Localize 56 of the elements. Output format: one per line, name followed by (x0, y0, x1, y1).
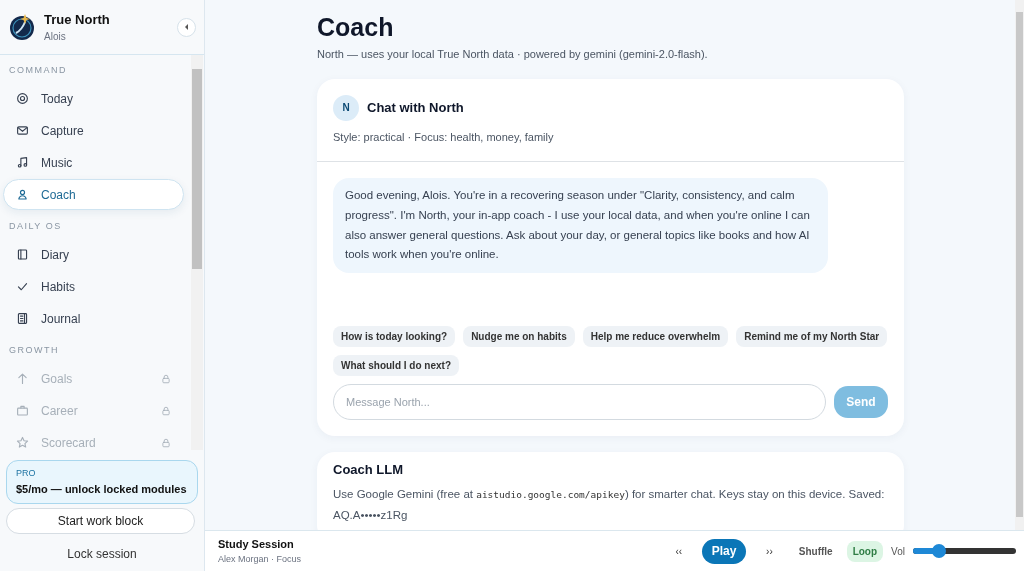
volume-label: Vol (891, 544, 905, 559)
llm-description: Use Google Gemini (free at aistudio.google.com/apikey) for smarter chat. Keys stay on this device. Saved: AQ.A•••••z1Rg (333, 486, 886, 524)
pro-banner[interactable]: PRO $5/mo — unlock locked modules (6, 460, 198, 504)
star-icon (16, 436, 29, 449)
loop-toggle[interactable]: Loop (846, 540, 884, 562)
lock-session-button[interactable]: Lock session (0, 544, 204, 564)
suggestion-chip[interactable]: How is today looking? (333, 326, 456, 347)
suggestion-chip[interactable]: Nudge me on habits (463, 326, 575, 347)
section-heading: DAILY OS (8, 220, 63, 233)
check-icon (16, 280, 29, 293)
next-button[interactable]: ›› (762, 543, 777, 559)
lock-icon (161, 405, 171, 416)
music-note-icon (16, 156, 29, 169)
journal-icon (16, 312, 29, 325)
chat-title: Chat with North (367, 98, 464, 117)
logo-icon (8, 13, 36, 41)
play-button[interactable]: Play (702, 538, 747, 564)
section-heading: COMMAND (8, 64, 68, 77)
collapse-button[interactable] (177, 17, 196, 37)
app-name: True North (44, 10, 111, 29)
nav-item[interactable]: Today (3, 83, 184, 114)
nav-item[interactable]: Habits (3, 271, 184, 302)
track-title: Study Session (218, 537, 295, 552)
llm-title: Coach LLM (333, 461, 405, 479)
suggestion-chip[interactable]: Help me reduce overwhelm (582, 326, 729, 347)
lock-icon (161, 373, 171, 384)
start-work-button[interactable]: Start work block (6, 508, 195, 534)
pro-label: PRO (16, 467, 37, 480)
envelope-icon (16, 124, 29, 137)
user-name: Alois (44, 30, 67, 45)
book-icon (16, 248, 29, 261)
arrow-up-icon (16, 372, 29, 385)
section-heading: GROWTH (8, 344, 60, 357)
person-icon (16, 188, 29, 201)
chat-message: Good evening, Alois. You're in a recovering season under "Clarity, consistency, and calm progress". I'm North, your in-app coach - I use your local data, and when you're online I can also answer general questions. Ask about your day, or general topics like books and how AI tools work when you're online. (333, 178, 828, 274)
briefcase-icon (16, 404, 29, 417)
shuffle-toggle[interactable]: Shuffle (792, 540, 839, 562)
page-title: Coach (317, 12, 395, 42)
nav-item[interactable]: Coach (3, 179, 184, 210)
suggestion-chip[interactable]: Remind me of my North Star (736, 326, 888, 347)
nav-item[interactable]: Music (3, 147, 184, 178)
page-subtitle: North — uses your local True North data · powered by gemini (gemini-2.0-flash). (317, 47, 709, 62)
previous-button[interactable]: ‹‹ (671, 543, 687, 559)
chevron-left-icon (184, 24, 189, 30)
slider-thumb[interactable] (931, 544, 946, 558)
nav-item[interactable]: Diary (3, 239, 184, 270)
message-input[interactable]: Message North... (333, 384, 826, 420)
nav-item[interactable]: Capture (3, 115, 184, 146)
lock-icon (161, 437, 171, 448)
suggestion-chip[interactable]: What should I do next? (333, 355, 459, 376)
pro-offer: $5/mo — unlock locked modules (16, 481, 188, 497)
avatar: N (333, 94, 359, 121)
chat-meta: Style: practical · Focus: health, money, family (333, 129, 555, 145)
track-artist: Alex Morgan · Focus (218, 552, 303, 566)
nav-item[interactable]: Journal (3, 303, 184, 334)
target-icon (16, 92, 29, 105)
